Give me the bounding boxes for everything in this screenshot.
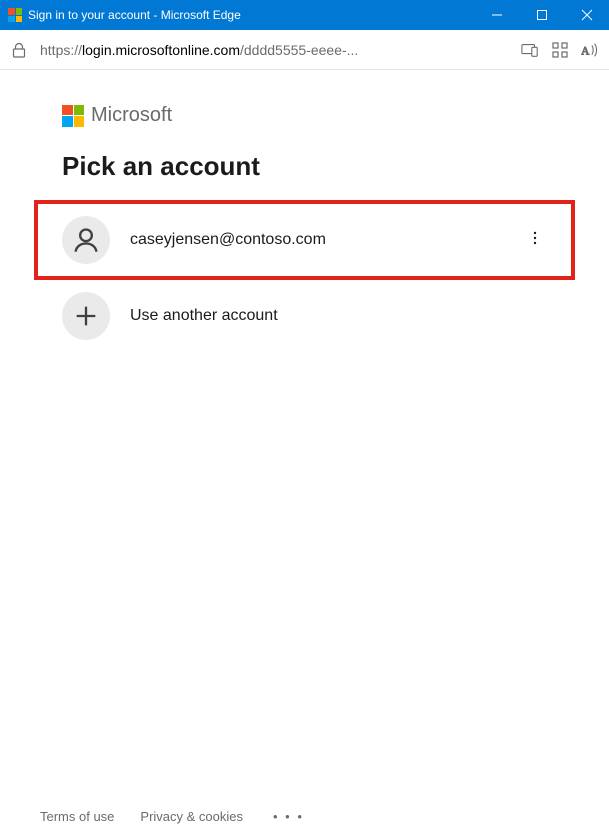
use-another-label: Use another account — [130, 307, 547, 325]
account-tile[interactable]: caseyjensen@contoso.com — [36, 202, 573, 278]
account-email: caseyjensen@contoso.com — [130, 231, 503, 249]
window-titlebar: Sign in to your account - Microsoft Edge — [0, 0, 609, 30]
device-sync-icon[interactable] — [521, 41, 539, 59]
footer-terms-link[interactable]: Terms of use — [40, 809, 114, 824]
window-title: Sign in to your account - Microsoft Edge — [28, 8, 474, 22]
microsoft-logo-icon — [62, 105, 84, 127]
url-prefix: https:// — [40, 42, 82, 58]
person-icon — [62, 216, 110, 264]
use-another-account-tile[interactable]: Use another account — [36, 278, 573, 354]
brand-row: Microsoft — [62, 104, 547, 127]
footer: Terms of use Privacy & cookies • • • — [0, 795, 609, 838]
lock-icon[interactable] — [10, 41, 28, 59]
read-aloud-icon[interactable]: A — [581, 41, 599, 59]
window-controls — [474, 0, 609, 30]
footer-privacy-link[interactable]: Privacy & cookies — [140, 809, 243, 824]
qr-icon[interactable] — [551, 41, 569, 59]
main-content: Microsoft Pick an account caseyjensen@co… — [0, 70, 609, 354]
url-host: login.microsoftonline.com — [82, 42, 240, 58]
svg-text:A: A — [581, 44, 590, 57]
page-heading: Pick an account — [62, 151, 547, 182]
url-path: /dddd5555-eeee-... — [240, 42, 358, 58]
window-minimize-button[interactable] — [474, 0, 519, 30]
window-close-button[interactable] — [564, 0, 609, 30]
address-url[interactable]: https://login.microsoftonline.com/dddd55… — [40, 42, 509, 58]
brand-name: Microsoft — [91, 104, 172, 127]
account-list: caseyjensen@contoso.com Use another acco… — [36, 202, 573, 354]
address-bar: https://login.microsoftonline.com/dddd55… — [0, 30, 609, 70]
account-more-button[interactable] — [523, 226, 547, 255]
plus-icon — [62, 292, 110, 340]
footer-more-button[interactable]: • • • — [269, 809, 308, 824]
window-maximize-button[interactable] — [519, 0, 564, 30]
microsoft-logo-icon — [8, 8, 22, 22]
